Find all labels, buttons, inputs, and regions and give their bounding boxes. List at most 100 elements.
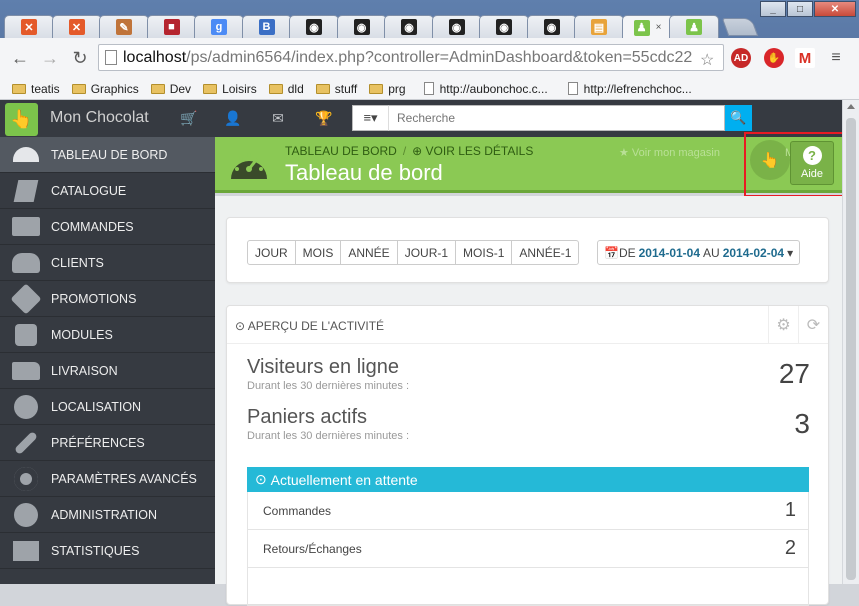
user-icon[interactable]: 👤 (224, 110, 242, 126)
browser-tab[interactable]: ♟ (669, 15, 719, 38)
browser-tab[interactable]: ◉ (479, 15, 529, 38)
pending-value: 2 (784, 537, 796, 559)
bookmark-item[interactable]: stuff (315, 82, 357, 96)
browser-tab-active[interactable]: ♟ × (621, 15, 674, 39)
browser-tab[interactable]: ■ (146, 15, 197, 38)
reload-button[interactable]: ↻ (68, 46, 92, 70)
browser-tab[interactable]: g (194, 15, 244, 38)
sidebar-item[interactable]: ADMINISTRATION (0, 497, 215, 533)
bookmark-label: dld (287, 81, 304, 96)
red-app-icon: ■ (163, 19, 180, 35)
stop-hand-icon[interactable]: ✋ (764, 48, 784, 68)
breadcrumb-separator: / (402, 144, 407, 158)
browser-tab-strip: ✕ ✕ ✎ ■ g B ◉ ◉ ◉ ◉ ◉ ◉ ▤ ♟ × ♟ _ □ ✕ (0, 0, 859, 39)
date-range-picker[interactable]: 📅 DE 2014-01-04 AU 2014-02-04 ▾ (597, 240, 801, 265)
sidebar-item[interactable]: CATALOGUE (0, 173, 215, 209)
browser-tab[interactable]: ◉ (289, 15, 339, 38)
scrollbar-thumb[interactable] (846, 118, 856, 580)
bookmark-item[interactable]: Graphics (71, 81, 139, 96)
window-close-button[interactable]: ✕ (814, 1, 856, 17)
active-carts: Paniers actifs Durant les 30 dernières m… (247, 406, 810, 442)
bookmark-label: Loisirs (222, 81, 257, 96)
sidebar-item[interactable]: STATISTIQUES (0, 533, 215, 569)
menu-icon[interactable]: ≡ (826, 48, 846, 68)
minimize-button[interactable]: _ (760, 1, 786, 17)
browser-tab[interactable]: ✕ (51, 15, 102, 38)
breadcrumb-current[interactable]: TABLEAU DE BORD (285, 144, 397, 158)
sidebar-item-label: PARAMÈTRES AVANCÉS (51, 471, 197, 486)
browser-tab[interactable]: ◉ (431, 15, 482, 38)
sidebar-item[interactable]: MODULES (0, 317, 215, 353)
range-button[interactable]: JOUR-1 (396, 240, 457, 265)
bookmark-item[interactable]: Dev (150, 82, 191, 96)
browser-tab[interactable]: ◉ (384, 15, 434, 38)
sidebar-item-label: ADMINISTRATION (51, 507, 158, 522)
page-scrollbar[interactable] (842, 100, 859, 584)
search-icon[interactable]: 🔍 (725, 105, 752, 131)
range-button[interactable]: MOIS (294, 240, 342, 265)
sidebar-item-label: CLIENTS (51, 255, 104, 270)
gmail-icon[interactable]: M (795, 48, 815, 68)
bookmark-item[interactable]: Loisirs (203, 82, 257, 96)
browser-tab[interactable]: B (241, 15, 292, 38)
back-button[interactable]: ← (8, 46, 32, 70)
browser-tab[interactable]: ✕ (4, 15, 54, 38)
adblock-icon[interactable]: AD (731, 48, 751, 68)
bar-chart-icon-shape (13, 540, 39, 561)
pending-row[interactable]: Retours/Échanges 2 (247, 530, 809, 568)
zoom-in-icon[interactable]: ⊕ (412, 144, 425, 158)
range-button[interactable]: ANNÉE (340, 240, 398, 265)
bookmark-item[interactable]: prg (369, 82, 406, 96)
browser-tab[interactable]: ▤ (574, 15, 624, 38)
shop-name[interactable]: Mon Chocolat (50, 109, 149, 127)
bookmark-item[interactable]: http://lefrenchchoc... (567, 82, 692, 96)
eye-icon: ◉ (543, 19, 560, 35)
mail-icon[interactable]: ✉ (269, 110, 287, 126)
address-bar[interactable]: localhost /ps/admin6564/index.php?contro… (98, 44, 724, 71)
view-details-link[interactable]: VOIR LES DÉTAILS (426, 144, 534, 158)
sidebar-item[interactable]: PARAMÈTRES AVANCÉS (0, 461, 215, 497)
range-button[interactable]: MOIS-1 (455, 240, 513, 265)
sidebar-item[interactable]: COMMANDES (0, 209, 215, 245)
browser-tab[interactable]: ◉ (336, 15, 387, 38)
forward-button[interactable]: → (38, 46, 62, 70)
sidebar-item[interactable]: CLIENTS (0, 245, 215, 281)
dashboard-icon-shape (13, 147, 39, 162)
bookmark-star-icon[interactable]: ☆ (700, 50, 714, 70)
sidebar-item[interactable]: TABLEAU DE BORD (0, 137, 215, 173)
scroll-up-arrow-icon[interactable] (847, 104, 855, 109)
tags-icon (10, 282, 42, 315)
date-from: 2014-01-04 (638, 245, 701, 260)
eye-icon: ◉ (401, 19, 417, 35)
refresh-icon[interactable]: ⟳ (798, 306, 828, 344)
search-scope-dropdown[interactable]: ≡▾ (352, 105, 389, 131)
sidebar-item[interactable]: PRÉFÉRENCES (0, 425, 215, 461)
bookmark-item[interactable]: teatis (12, 82, 60, 96)
bookmark-label: Graphics (90, 81, 139, 96)
sidebar-item-label: COMMANDES (51, 219, 134, 234)
sidebar-item[interactable]: LIVRAISON (0, 353, 215, 389)
range-button[interactable]: ANNÉE-1 (511, 240, 580, 265)
browser-tab[interactable]: ◉ (526, 15, 577, 38)
sidebar-item[interactable]: LOCALISATION (0, 389, 215, 425)
maximize-button[interactable]: □ (787, 1, 813, 17)
tab-close-icon[interactable]: × (656, 22, 662, 33)
trophy-icon[interactable]: 🏆 (315, 110, 333, 126)
bookmark-item[interactable]: dld (268, 81, 304, 96)
folder-icon (71, 83, 86, 94)
search-input[interactable] (389, 105, 725, 131)
new-tab-button[interactable] (721, 18, 759, 36)
pending-row[interactable] (247, 568, 809, 606)
browser-tab[interactable]: ✎ (99, 15, 149, 38)
cogs-icon (10, 466, 42, 491)
pending-row[interactable]: Commandes 1 (247, 492, 809, 530)
settings-gear-icon[interactable]: ⚙ (768, 306, 798, 344)
cart-icon[interactable]: 🛒 (180, 110, 198, 126)
sidebar-item-label: PRÉFÉRENCES (51, 435, 145, 450)
range-button[interactable]: JOUR (247, 240, 296, 265)
bookmark-item[interactable]: http://aubonchoc.c... (423, 82, 548, 96)
sidebar-item[interactable]: PROMOTIONS (0, 281, 215, 317)
view-shop-link[interactable]: ★ Voir mon magasin (619, 146, 720, 159)
puzzle-icon (10, 323, 42, 347)
prestashop-logo[interactable]: 👆 (5, 103, 38, 136)
